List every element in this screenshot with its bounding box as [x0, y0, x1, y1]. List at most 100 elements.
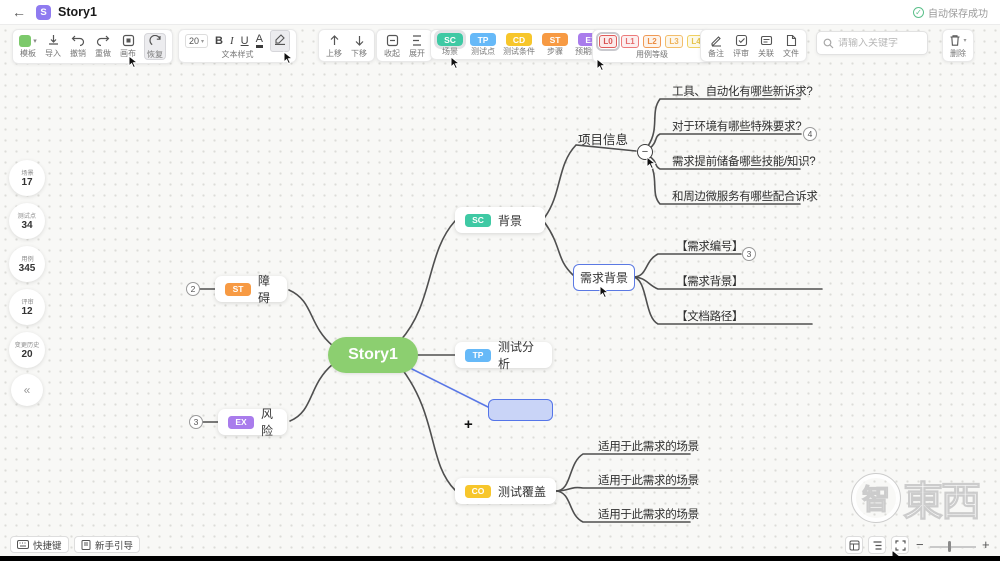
stat-scene[interactable]: 场景 17	[9, 160, 45, 196]
link-button[interactable]: 关联	[757, 33, 775, 58]
node-test-analysis[interactable]: TP 测试分析	[455, 342, 552, 368]
highlight-button[interactable]	[270, 30, 290, 52]
badge-risk[interactable]: 3	[189, 415, 203, 429]
expand-all-button[interactable]: 展开	[408, 33, 426, 58]
leaf-req-3[interactable]: 【文档路径】	[676, 308, 743, 324]
toolbar-delete-group: ▾ 删除	[942, 29, 974, 62]
leaf-project-4[interactable]: 和周边微服务有哪些配合诉求	[672, 188, 818, 204]
font-size-select[interactable]: 20▾	[185, 34, 208, 48]
link-icon	[760, 33, 773, 48]
guide-button[interactable]: 新手引导	[74, 536, 140, 553]
restore-button[interactable]: 恢复	[144, 33, 166, 60]
cursor-icon	[891, 549, 903, 556]
sidebar-collapse-button[interactable]: «	[11, 374, 43, 406]
node-project-info[interactable]: 项目信息	[578, 129, 628, 148]
mindmap-canvas[interactable]: ▾ 模板 导入 撤销 重做 画布	[0, 25, 1000, 556]
view-thumbnail-button[interactable]	[845, 536, 863, 554]
leaf-project-2[interactable]: 对于环境有哪些特殊要求?	[672, 118, 801, 134]
zoom-slider[interactable]	[930, 546, 976, 548]
level-l2-button[interactable]: L2	[643, 35, 661, 48]
tag-sc-button[interactable]: SC 场景	[437, 33, 463, 56]
root-node[interactable]: Story1	[328, 337, 418, 373]
delete-button[interactable]: ▾ 删除	[949, 33, 967, 58]
tag-cd-pill: CD	[506, 33, 532, 46]
leaf-coverage-3[interactable]: 适用于此需求的场景	[598, 506, 699, 522]
toolbar-text-style-group: 20▾ B I U A 文本样式	[178, 29, 297, 63]
tag-cd-button[interactable]: CD 测试条件	[503, 33, 535, 56]
cursor-icon	[283, 51, 295, 65]
bold-button[interactable]: B	[215, 35, 223, 47]
badge-project-2[interactable]: 4	[803, 127, 817, 141]
zoom-out-button[interactable]: −	[916, 537, 924, 552]
tag-tp-button[interactable]: TP 测试点	[470, 33, 496, 56]
collapse-icon	[386, 33, 399, 48]
toolbar-fold-group: 收起 展开	[376, 29, 433, 62]
thumbnail-icon	[849, 540, 860, 551]
badge-req-1[interactable]: 3	[742, 247, 756, 261]
search-input[interactable]	[838, 38, 918, 49]
leaf-coverage-2[interactable]: 适用于此需求的场景	[598, 472, 699, 488]
level-l3-button[interactable]: L3	[665, 35, 683, 48]
stat-review[interactable]: 评审 12	[9, 289, 45, 325]
search-icon	[823, 38, 834, 49]
arrow-down-icon	[354, 33, 365, 48]
arrow-up-icon	[329, 33, 340, 48]
back-button[interactable]: ←	[12, 4, 26, 20]
level-l0-button[interactable]: L0	[599, 35, 617, 48]
st-tag: ST	[225, 283, 251, 296]
leaf-project-1[interactable]: 工具、自动化有哪些新诉求?	[672, 83, 813, 99]
cursor-icon	[596, 58, 608, 72]
redo-button[interactable]: 重做	[94, 33, 112, 58]
document-logo: S	[36, 5, 51, 20]
move-down-button[interactable]: 下移	[350, 33, 368, 58]
import-button[interactable]: 导入	[44, 33, 62, 58]
cursor-icon	[599, 285, 611, 299]
node-test-coverage[interactable]: CO 测试覆盖	[455, 478, 556, 504]
stat-testpoint[interactable]: 测试点 34	[9, 203, 45, 239]
undo-button[interactable]: 撤销	[69, 33, 87, 58]
keyboard-icon	[17, 540, 29, 549]
search-box	[816, 31, 928, 55]
sc-tag: SC	[465, 214, 491, 227]
cursor-icon	[646, 156, 658, 170]
file-button[interactable]: 文件	[782, 33, 800, 58]
tag-st-button[interactable]: ST 步骤	[542, 33, 568, 56]
note-button[interactable]: 备注	[707, 33, 725, 58]
collapse-all-button[interactable]: 收起	[383, 33, 401, 58]
leaf-project-3[interactable]: 需求提前储备哪些技能/知识?	[672, 153, 815, 169]
shortcuts-button[interactable]: 快捷键	[10, 536, 69, 553]
node-risk[interactable]: EX 风险	[218, 409, 287, 435]
node-obstacle[interactable]: ST 障碍	[215, 276, 287, 302]
zoom-slider-handle[interactable]	[948, 541, 951, 552]
toolbar-levels-group: L0 L1 L2 L3 L4 用例等级	[592, 29, 712, 63]
expand-icon	[411, 33, 424, 48]
view-outline-button[interactable]	[868, 536, 886, 554]
restore-icon	[149, 34, 162, 49]
leaf-req-1[interactable]: 【需求编号】	[676, 238, 743, 254]
autosave-text: 自动保存成功	[928, 5, 988, 20]
note-icon	[710, 33, 723, 48]
leaf-coverage-1[interactable]: 适用于此需求的场景	[598, 438, 699, 454]
node-background[interactable]: SC 背景	[455, 207, 545, 233]
autosave-status: ✓ 自动保存成功	[913, 5, 988, 20]
stat-history[interactable]: 变更历史 20	[9, 332, 45, 368]
stat-usecase[interactable]: 用例 345	[9, 246, 45, 282]
template-button[interactable]: ▾ 模板	[19, 33, 37, 58]
leaf-req-2[interactable]: 【需求背景】	[676, 273, 743, 289]
document-title: Story1	[58, 5, 97, 19]
zoom-in-button[interactable]: +	[982, 537, 990, 552]
review-button[interactable]: 评审	[732, 33, 750, 58]
level-l1-button[interactable]: L1	[621, 35, 639, 48]
cursor-icon	[450, 56, 462, 70]
book-icon	[81, 540, 91, 550]
tag-st-pill: ST	[542, 33, 568, 46]
font-color-button[interactable]: A	[256, 34, 263, 48]
italic-button[interactable]: I	[230, 35, 234, 47]
add-node-plus[interactable]: +	[464, 416, 473, 433]
new-node-editing[interactable]	[488, 399, 553, 421]
badge-obstacle[interactable]: 2	[186, 282, 200, 296]
move-up-button[interactable]: 上移	[325, 33, 343, 58]
underline-button[interactable]: U	[241, 35, 249, 47]
levels-label: 用例等级	[636, 51, 668, 59]
title-bar: ← S Story1 ✓ 自动保存成功	[0, 0, 1000, 25]
